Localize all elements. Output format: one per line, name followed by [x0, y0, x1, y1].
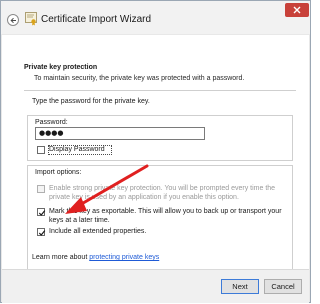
wizard-footer: Next Cancel: [2, 269, 309, 303]
checkmark-icon: [38, 230, 46, 236]
next-button[interactable]: Next: [221, 279, 259, 294]
learn-more-prefix: Learn more about: [32, 254, 90, 261]
strong-protection-label-line1: Enable strong private key protection. Yo…: [49, 185, 276, 192]
extended-properties-checkbox[interactable]: [37, 228, 46, 236]
display-password-checkbox[interactable]: [37, 146, 45, 154]
certificate-import-wizard-window: Certificate Import Wizard Private key pr…: [0, 0, 311, 303]
close-icon: [293, 6, 301, 14]
password-label: Password:: [33, 119, 70, 126]
exportable-key-label-line2[interactable]: keys at a later time.: [49, 216, 110, 225]
close-button[interactable]: [285, 3, 309, 17]
exportable-key-label-line1[interactable]: Mark this key as exportable. This will a…: [49, 207, 282, 216]
extended-properties-label[interactable]: Include all extended properties.: [49, 227, 146, 236]
page-description: To maintain security, the private key wa…: [34, 75, 245, 82]
header-divider: [24, 90, 296, 91]
exportable-key-checkbox[interactable]: [37, 208, 46, 216]
checkmark-icon: [38, 210, 46, 216]
wizard-content-panel: Private key protection To maintain secur…: [2, 35, 309, 283]
page-heading: Private key protection: [24, 64, 98, 71]
cancel-button[interactable]: Cancel: [264, 279, 302, 294]
display-password-label[interactable]: Display Password: [49, 145, 105, 154]
protecting-private-keys-link[interactable]: protecting private keys: [89, 254, 159, 261]
learn-more-text: Learn more about protecting private keys: [32, 254, 159, 261]
title-bar: Certificate Import Wizard: [1, 1, 310, 34]
strong-protection-label-line2: private key is used by an application if…: [49, 194, 239, 201]
back-arrow-icon: [10, 17, 16, 24]
password-instruction: Type the password for the private key.: [32, 98, 150, 105]
back-button[interactable]: [7, 14, 19, 26]
password-field[interactable]: ●●●●: [35, 127, 205, 140]
strong-protection-checkbox[interactable]: [37, 185, 45, 193]
window-title: Certificate Import Wizard: [41, 14, 152, 25]
certificate-icon: [25, 12, 37, 26]
import-options-label: Import options:: [33, 169, 84, 176]
